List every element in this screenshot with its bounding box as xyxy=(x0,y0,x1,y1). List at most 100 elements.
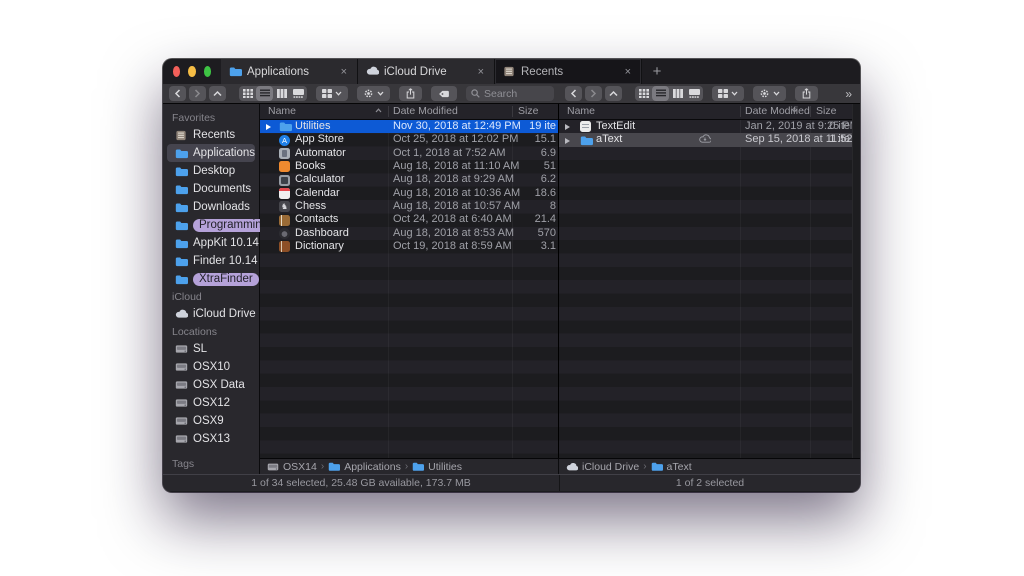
file-row-dictionary[interactable]: Dictionary Oct 19, 2018 at 8:59 AM 3.1 xyxy=(260,240,558,253)
folder-icon xyxy=(175,274,188,285)
tab-applications[interactable]: Applications × xyxy=(221,59,358,84)
close-tab-icon[interactable]: × xyxy=(623,66,633,78)
file-row-calendar[interactable]: Calendar Aug 18, 2018 at 10:36 AM 18.6 xyxy=(260,187,558,200)
disclosure-triangle-icon[interactable] xyxy=(565,137,570,144)
file-row-contacts[interactable]: Contacts Oct 24, 2018 at 6:40 AM 21.4 xyxy=(260,213,558,226)
sidebar-item-finder-10-14[interactable]: Finder 10.14 xyxy=(167,252,258,270)
file-row-chess[interactable]: Chess Aug 18, 2018 at 10:57 AM 8 xyxy=(260,200,558,213)
file-row-automator[interactable]: Automator Oct 1, 2018 at 7:52 AM 6.9 xyxy=(260,147,558,160)
path-item-icloud-drive[interactable]: iCloud Drive xyxy=(566,461,639,473)
file-size: 0 ite xyxy=(829,120,850,132)
close-tab-icon[interactable]: × xyxy=(476,66,486,78)
window-controls xyxy=(163,59,221,84)
recents-icon xyxy=(503,66,516,78)
close-tab-icon[interactable]: × xyxy=(339,66,349,78)
column-header-date-modified[interactable]: Date Modified xyxy=(393,105,458,117)
sidebar-item-osx13[interactable]: OSX13 xyxy=(167,430,255,448)
back-button[interactable] xyxy=(565,86,582,101)
main-area: Favorites Recents Applications Desktop Docum… xyxy=(163,104,860,474)
sidebar-item-osx12[interactable]: OSX12 xyxy=(167,394,255,412)
icon-view-button[interactable] xyxy=(239,86,256,101)
sidebar-item-label: OSX12 xyxy=(193,397,231,409)
toolbar-overflow-button[interactable]: » xyxy=(845,87,852,101)
tag-button[interactable] xyxy=(431,86,457,101)
recents-icon xyxy=(175,130,188,141)
sidebar-item-osx-data[interactable]: OSX Data xyxy=(167,376,255,394)
sidebar-item-label: iCloud Drive xyxy=(193,308,256,320)
list-view-button[interactable] xyxy=(652,86,669,101)
drive-icon xyxy=(175,344,188,354)
file-row-calculator[interactable]: Calculator Aug 18, 2018 at 9:29 AM 6.2 xyxy=(260,173,558,186)
column-header-name[interactable]: Name xyxy=(268,105,296,117)
path-item-utilities[interactable]: Utilities xyxy=(412,461,462,473)
scrollbar-track[interactable] xyxy=(852,104,860,458)
forward-button[interactable] xyxy=(585,86,602,101)
sidebar-item-desktop[interactable]: Desktop xyxy=(167,162,255,180)
minimize-window-button[interactable] xyxy=(188,66,196,77)
tab-icloud-drive[interactable]: iCloud Drive × xyxy=(358,59,495,84)
file-row-utilities[interactable]: Utilities Nov 30, 2018 at 12:49 PM 19 ite xyxy=(260,120,558,134)
column-view-button[interactable] xyxy=(273,86,290,101)
sidebar-item-osx10[interactable]: OSX10 xyxy=(167,358,255,376)
share-button[interactable] xyxy=(795,86,818,101)
path-item-osx14[interactable]: OSX14 xyxy=(267,461,317,473)
file-row-books[interactable]: Books Aug 18, 2018 at 11:10 AM 51 xyxy=(260,160,558,173)
close-window-button[interactable] xyxy=(173,66,181,77)
disclosure-triangle-icon[interactable] xyxy=(266,124,271,131)
search-input[interactable]: Search xyxy=(466,86,554,101)
file-name: Dashboard xyxy=(295,226,349,239)
icon-view-button[interactable] xyxy=(635,86,652,101)
gallery-view-button[interactable] xyxy=(686,86,703,101)
path-item-atext[interactable]: aText xyxy=(651,461,692,473)
status-left: 1 of 34 selected, 25.48 GB available, 17… xyxy=(251,477,471,489)
file-size: 15.1 xyxy=(534,133,556,146)
action-menu-button[interactable] xyxy=(753,86,786,101)
sidebar-item-icloud-drive[interactable]: iCloud Drive xyxy=(167,305,256,323)
sidebar-item-xtrafinder[interactable]: XtraFinder xyxy=(167,270,259,288)
nav-buttons xyxy=(565,86,622,101)
file-row-atext[interactable]: aTextSep 15, 2018 at 11:52 AM1 ite xyxy=(559,133,852,147)
file-row-textedit[interactable]: TextEdit Jan 2, 2019 at 9:25 PM 0 ite xyxy=(559,120,852,133)
share-button[interactable] xyxy=(399,86,422,101)
file-row-app-store[interactable]: App Store Oct 25, 2018 at 12:02 PM 15.1 xyxy=(260,133,558,146)
up-button[interactable] xyxy=(605,86,622,101)
sidebar-item-programming[interactable]: Programming xyxy=(167,216,275,234)
action-menu-button[interactable] xyxy=(357,86,390,101)
zoom-window-button[interactable] xyxy=(203,66,211,77)
file-pane-left: Name Date Modified Size Utilities Nov 30, 20… xyxy=(260,104,558,458)
up-button[interactable] xyxy=(209,86,226,101)
sidebar-item-recents[interactable]: Recents xyxy=(167,126,255,144)
sidebar-item-downloads[interactable]: Downloads xyxy=(167,198,255,216)
new-tab-button[interactable]: + xyxy=(642,59,672,84)
file-size: 6.9 xyxy=(540,146,556,159)
share-icon xyxy=(406,88,415,99)
file-size: 6.2 xyxy=(540,173,556,186)
tag-icon xyxy=(438,90,450,98)
path-item-applications[interactable]: Applications xyxy=(328,461,401,473)
back-button[interactable] xyxy=(169,86,186,101)
group-menu-button[interactable] xyxy=(316,86,348,101)
column-header-size[interactable]: Size xyxy=(518,105,538,117)
folder-icon xyxy=(229,66,242,78)
gallery-view-button[interactable] xyxy=(290,86,307,101)
books-icon xyxy=(279,161,290,173)
list-view-button[interactable] xyxy=(256,86,273,101)
sidebar-item-applications[interactable]: Applications xyxy=(167,144,255,162)
column-view-button[interactable] xyxy=(669,86,686,101)
group-menu-button[interactable] xyxy=(712,86,744,101)
file-date-modified: Oct 25, 2018 at 12:02 PM xyxy=(393,133,519,146)
forward-button[interactable] xyxy=(189,86,206,101)
sidebar-item-appkit-10-14[interactable]: AppKit 10.14 xyxy=(167,234,259,252)
file-panes: Name Date Modified Size Utilities Nov 30, 20… xyxy=(260,104,860,458)
sidebar-item-osx9[interactable]: OSX9 xyxy=(167,412,255,430)
file-row-dashboard[interactable]: Dashboard Aug 18, 2018 at 8:53 AM 570 xyxy=(260,227,558,240)
tab-recents[interactable]: Recents × xyxy=(495,59,642,84)
column-header-date-modified[interactable]: Date Modified xyxy=(745,105,810,117)
sidebar-item-label: SL xyxy=(193,343,208,355)
column-header-name[interactable]: Name xyxy=(567,105,595,117)
sidebar-item-documents[interactable]: Documents xyxy=(167,180,255,198)
column-header-size[interactable]: Size xyxy=(816,105,836,117)
sidebar-item-sl[interactable]: SL xyxy=(167,340,255,358)
disclosure-triangle-icon[interactable] xyxy=(565,124,570,131)
chevron-down-icon xyxy=(377,91,384,96)
